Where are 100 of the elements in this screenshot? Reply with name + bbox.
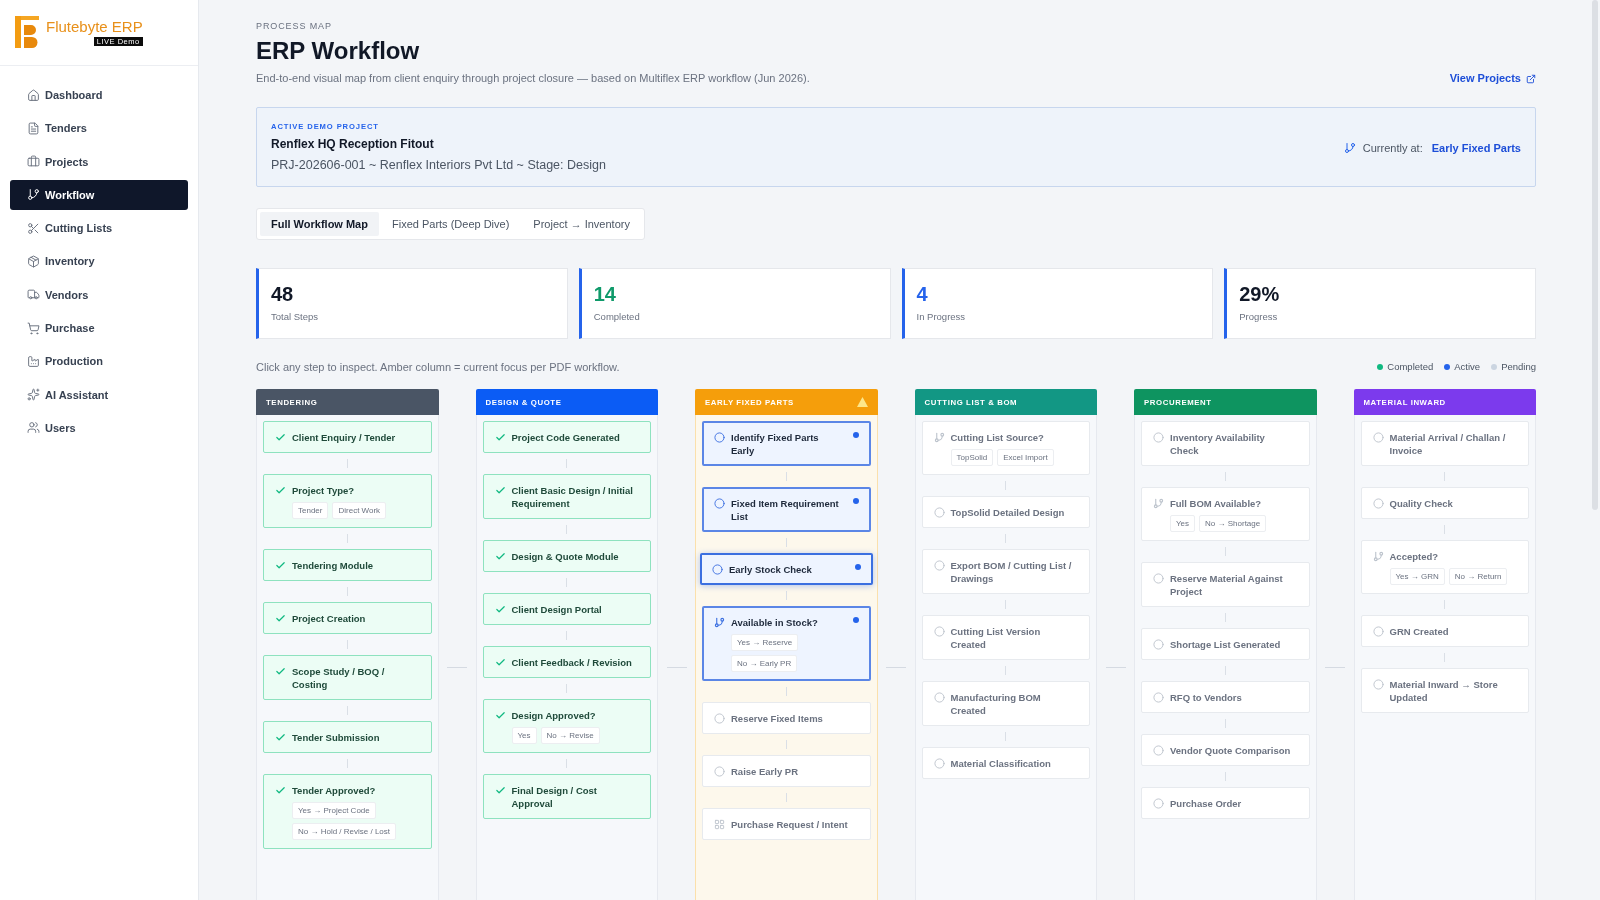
step-card[interactable]: Material Inward → Store Updated	[1360, 668, 1529, 713]
step-card[interactable]: Client Design Portal	[482, 593, 651, 625]
tab[interactable]: Full Workflow Map	[260, 212, 379, 236]
step-card[interactable]: Manufacturing BOM Created	[921, 681, 1090, 726]
step-card[interactable]: Material Classification	[921, 747, 1090, 779]
step-card[interactable]: Vendor Quote Comparison	[1141, 734, 1310, 766]
circle-icon	[933, 626, 945, 637]
step-card[interactable]: Material Arrival / Challan / Invoice	[1360, 421, 1529, 466]
step-card[interactable]: Accepted? Yes → GRN No → Return	[1360, 540, 1529, 594]
stat-value: 4	[916, 282, 928, 306]
step-card[interactable]: Shortage List Generated	[1141, 628, 1310, 660]
tab[interactable]: Project → Inventory	[522, 212, 641, 236]
branch-icon	[933, 432, 945, 443]
step-label: Raise Early PR	[731, 765, 800, 778]
nav-item[interactable]: AI Assistant	[10, 379, 188, 410]
option-tag: No → Shortage	[1199, 515, 1267, 532]
step-card[interactable]: Client Enquiry / Tender	[263, 421, 432, 453]
box-icon	[27, 255, 40, 268]
step-card[interactable]: Scope Study / BOQ / Costing	[263, 655, 432, 700]
step-label: Cutting List Version Created	[950, 625, 1042, 651]
page-subtitle: End-to-end visual map from client enquiry through project closure — based on Multiflex ERP workflow (Jun 2026).	[256, 71, 810, 86]
step-card[interactable]: RFQ to Vendors	[1141, 681, 1310, 713]
nav-item[interactable]: Tenders	[10, 113, 188, 144]
page-eyebrow: PROCESS MAP	[256, 20, 333, 32]
step-card[interactable]: Cutting List Source? TopSolid Excel Import	[921, 421, 1090, 475]
step-label: Tendering Module	[292, 559, 375, 572]
step-card[interactable]: Tender Approved? Yes → Project Code No → Hold / Revise / Lost	[263, 774, 432, 849]
document-icon	[27, 121, 40, 135]
step-label: Material Arrival / Challan / Invoice	[1389, 431, 1507, 457]
connector-line	[785, 591, 787, 600]
step-card[interactable]: Reserve Material Against Project	[1141, 562, 1310, 607]
sparkles-icon	[27, 388, 40, 402]
step-card[interactable]: Inventory Availability Check	[1141, 421, 1310, 466]
step-label: Reserve Material Against Project	[1170, 572, 1284, 598]
step-card[interactable]: Cutting List Version Created	[921, 615, 1090, 660]
step-card[interactable]: Early Stock Check	[700, 553, 873, 585]
circle-icon	[1372, 432, 1384, 443]
step-card[interactable]: Client Basic Design / Initial Requirement	[482, 474, 651, 519]
option-tag: Yes → Project Code	[292, 802, 376, 819]
step-card[interactable]: Tender Submission	[263, 721, 432, 753]
option-tag: Yes	[511, 727, 537, 744]
branch-icon	[1372, 551, 1384, 562]
step-label: Client Design Portal	[511, 603, 603, 616]
step-card[interactable]: Available in Stock? Yes → Reserve No → Early PR	[702, 606, 871, 681]
check-icon	[494, 432, 506, 443]
step-card[interactable]: Raise Early PR	[702, 755, 871, 787]
circle-icon	[714, 713, 725, 724]
stat-label: In Progress	[916, 311, 966, 323]
nav-item[interactable]: Projects	[10, 146, 188, 177]
step-card[interactable]: Design Approved? Yes No → Revise	[482, 699, 651, 753]
page-title: ERP Workflow	[256, 37, 421, 65]
view-projects-link[interactable]: View Projects	[1449, 71, 1536, 86]
step-label: Client Enquiry / Tender	[292, 431, 397, 444]
check-icon	[494, 710, 506, 721]
step-card[interactable]: Quality Check	[1360, 487, 1529, 519]
circle-icon	[933, 560, 945, 571]
nav-item[interactable]: Workflow	[10, 179, 188, 210]
step-card[interactable]: GRN Created	[1360, 615, 1529, 647]
step-label: Reserve Fixed Items	[731, 712, 824, 725]
step-label: RFQ to Vendors	[1170, 691, 1243, 704]
step-card[interactable]: Final Design / Cost Approval	[482, 774, 651, 819]
step-label: Quality Check	[1389, 497, 1454, 510]
nav-item[interactable]: Cutting Lists	[10, 213, 188, 244]
nav-item[interactable]: Users	[10, 412, 188, 443]
step-label: Fixed Item Requirement List	[731, 497, 840, 523]
connector-line	[785, 538, 787, 547]
step-card[interactable]: Purchase Request / Intent	[702, 808, 871, 840]
step-card[interactable]: Project Creation	[263, 602, 432, 634]
nav-item[interactable]: Production	[10, 346, 188, 377]
step-card[interactable]: Project Type? Tender Direct Work	[263, 474, 432, 528]
nav-item[interactable]: Dashboard	[10, 80, 188, 110]
step-label: Material Classification	[950, 757, 1052, 770]
step-card[interactable]: Reserve Fixed Items	[702, 702, 871, 734]
check-icon	[275, 732, 286, 743]
nav-item[interactable]: Purchase	[10, 313, 188, 344]
step-card[interactable]: TopSolid Detailed Design	[921, 496, 1090, 528]
circle-icon	[714, 498, 725, 509]
step-card[interactable]: Design & Quote Module	[482, 540, 651, 572]
step-label: Design & Quote Module	[511, 550, 620, 563]
branch-icon	[1343, 142, 1356, 154]
tab[interactable]: Fixed Parts (Deep Dive)	[380, 212, 521, 236]
step-card[interactable]: Full BOM Available? Yes No → Shortage	[1141, 487, 1310, 541]
nav-item[interactable]: Inventory	[10, 246, 188, 277]
current-stage-value: Early Fixed Parts	[1431, 142, 1521, 154]
step-card[interactable]: Project Code Generated	[482, 421, 651, 453]
step-label: TopSolid Detailed Design	[950, 506, 1066, 519]
step-card[interactable]: Purchase Order	[1141, 787, 1310, 819]
check-icon	[494, 485, 506, 496]
step-card[interactable]: Export BOM / Cutting List / Drawings	[921, 549, 1090, 594]
step-label: Inventory Availability Check	[1170, 431, 1266, 457]
step-label: Available in Stock?	[731, 616, 819, 629]
project-name: Renflex HQ Reception Fitout	[271, 136, 435, 152]
step-card[interactable]: Client Feedback / Revision	[482, 646, 651, 678]
connector-line	[785, 740, 787, 749]
users-icon	[27, 421, 40, 435]
step-card[interactable]: Tendering Module	[263, 549, 432, 581]
step-card[interactable]: Fixed Item Requirement List	[702, 487, 871, 532]
nav-item[interactable]: Vendors	[10, 279, 188, 310]
stat-label: Progress	[1239, 311, 1278, 323]
step-card[interactable]: Identify Fixed Parts Early	[702, 421, 871, 466]
